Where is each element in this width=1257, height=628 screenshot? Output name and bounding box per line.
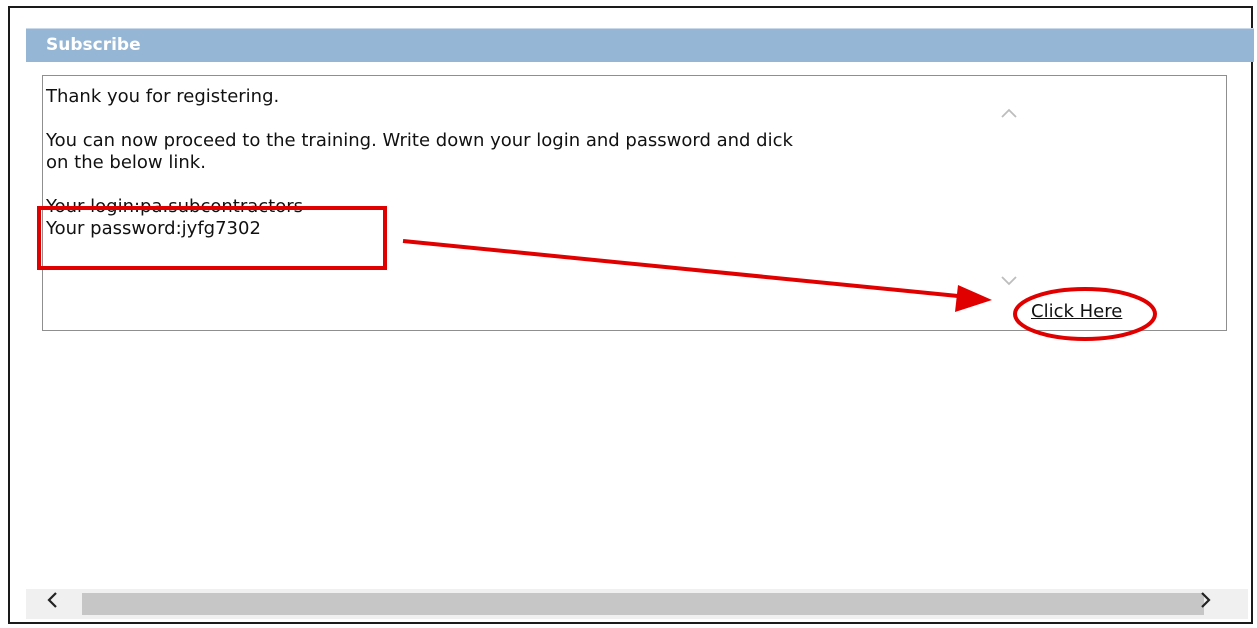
scroll-up-icon[interactable] <box>998 104 1020 126</box>
click-here-link[interactable]: Click Here <box>1031 301 1122 322</box>
scroll-thumb[interactable] <box>82 593 1204 615</box>
chevron-down-icon <box>1001 276 1017 286</box>
panel-header: Subscribe <box>26 28 1254 62</box>
panel-title: Subscribe <box>46 35 141 55</box>
password-line: Your password:jyfg7302 <box>46 218 261 239</box>
chevron-right-icon <box>1201 592 1211 608</box>
login-line: Your login:pa.subcontractors <box>46 196 304 217</box>
scroll-down-icon[interactable] <box>998 272 1020 294</box>
horizontal-scrollbar[interactable] <box>26 589 1248 619</box>
message-text: Thank you for registering. You can now p… <box>46 86 991 240</box>
message-line-2: You can now proceed to the training. Wri… <box>46 130 793 151</box>
chevron-left-icon <box>47 592 57 608</box>
message-line-1: Thank you for registering. <box>46 86 280 107</box>
scroll-left-icon[interactable] <box>38 589 68 619</box>
scroll-right-icon[interactable] <box>1190 589 1220 619</box>
message-line-3: on the below link. <box>46 152 206 173</box>
chevron-up-icon <box>1001 108 1017 118</box>
